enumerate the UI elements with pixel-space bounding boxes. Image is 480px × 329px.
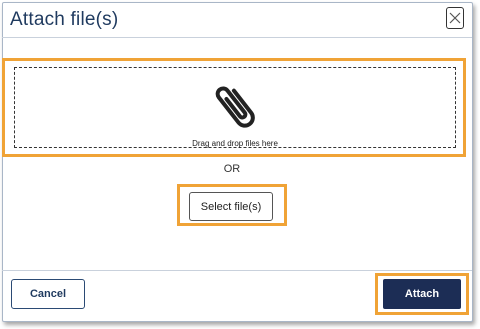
- attach-button[interactable]: Attach: [383, 279, 461, 309]
- or-separator: OR: [223, 163, 241, 175]
- select-files-button[interactable]: Select file(s): [189, 192, 273, 221]
- footer-divider: [2, 270, 472, 271]
- drop-zone-label: Drag and drop files here: [192, 139, 278, 148]
- close-icon: [449, 12, 461, 24]
- close-button[interactable]: [446, 7, 464, 29]
- paperclip-icon: [215, 86, 255, 128]
- dialog-title: Attach file(s): [10, 9, 119, 30]
- header-divider: [2, 37, 472, 38]
- cancel-button[interactable]: Cancel: [11, 279, 85, 309]
